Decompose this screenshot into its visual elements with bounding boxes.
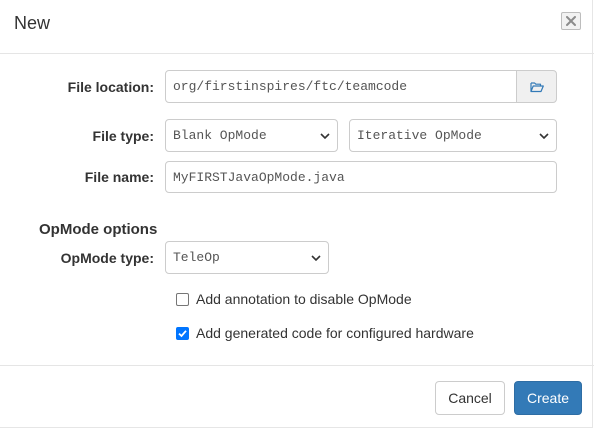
browse-folder-button[interactable] xyxy=(516,70,557,103)
file-template-select[interactable]: Blank OpMode xyxy=(165,119,338,152)
create-button[interactable]: Create xyxy=(514,381,582,415)
file-location-input[interactable]: org/firstinspires/ftc/teamcode xyxy=(165,70,517,103)
chevron-down-icon xyxy=(539,132,549,139)
file-name-input[interactable]: MyFIRSTJavaOpMode.java xyxy=(165,161,557,193)
file-name-value: MyFIRSTJavaOpMode.java xyxy=(173,169,345,185)
generated-code-label[interactable]: Add generated code for configured hardwa… xyxy=(196,325,474,341)
header-divider xyxy=(0,53,594,54)
generated-code-checkbox[interactable] xyxy=(176,327,189,340)
opmode-type-select[interactable]: TeleOp xyxy=(165,241,329,274)
chevron-down-icon xyxy=(320,132,330,139)
opmode-type-label: OpMode type: xyxy=(60,250,154,266)
disable-annotation-label[interactable]: Add annotation to disable OpMode xyxy=(196,291,412,307)
opmode-options-heading: OpMode options xyxy=(39,221,158,238)
opmode-kind-selected: Iterative OpMode xyxy=(357,128,482,143)
file-name-label: File name: xyxy=(84,169,154,185)
checkmark-icon xyxy=(178,330,187,338)
disable-annotation-checkbox[interactable] xyxy=(176,293,189,306)
cancel-button[interactable]: Cancel xyxy=(435,381,505,415)
dialog-title: New xyxy=(14,13,51,33)
chevron-down-icon xyxy=(311,254,321,261)
close-button[interactable] xyxy=(561,12,581,30)
opmode-kind-select[interactable]: Iterative OpMode xyxy=(349,119,557,152)
close-icon xyxy=(566,16,576,26)
file-location-value: org/firstinspires/ftc/teamcode xyxy=(173,79,408,94)
footer-divider xyxy=(0,365,594,366)
opmode-type-selected: TeleOp xyxy=(173,250,220,265)
folder-open-icon xyxy=(530,82,544,93)
file-template-selected: Blank OpMode xyxy=(173,128,267,143)
file-location-label: File location: xyxy=(67,79,154,95)
file-type-label: File type: xyxy=(92,128,154,144)
new-file-dialog: New File location: org/firstinspires/ftc… xyxy=(0,0,594,428)
